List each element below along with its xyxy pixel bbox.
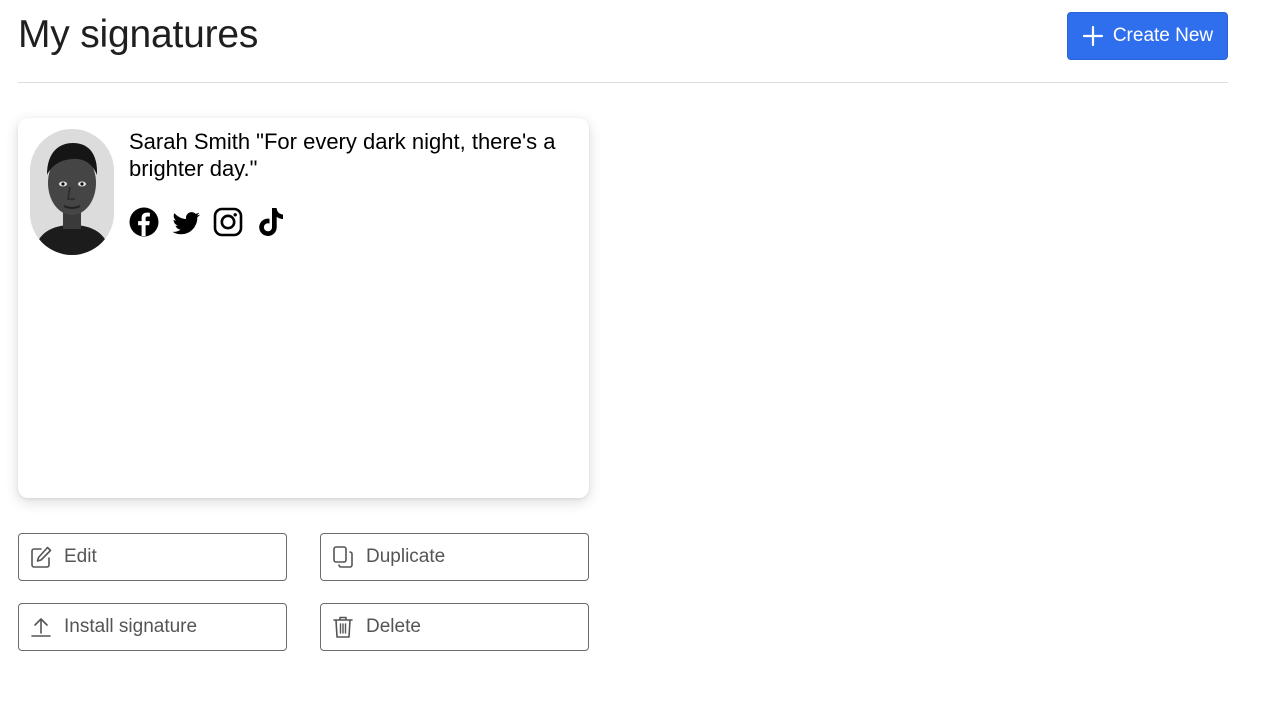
instagram-icon[interactable]	[213, 206, 243, 238]
duplicate-button[interactable]: Duplicate	[320, 533, 589, 581]
create-new-button[interactable]: Create New	[1067, 12, 1228, 60]
edit-button[interactable]: Edit	[18, 533, 287, 581]
install-signature-label: Install signature	[64, 616, 198, 637]
edit-label: Edit	[64, 546, 97, 567]
signature-preview-card[interactable]: Sarah Smith "For every dark night, there…	[18, 118, 589, 498]
tiktok-icon[interactable]	[255, 206, 285, 238]
delete-label: Delete	[366, 616, 421, 637]
edit-icon	[31, 546, 52, 568]
duplicate-icon	[333, 546, 353, 568]
duplicate-label: Duplicate	[366, 546, 446, 567]
plus-icon	[1082, 25, 1103, 47]
create-new-label: Create New	[1112, 25, 1214, 46]
install-signature-button[interactable]: Install signature	[18, 603, 287, 651]
upload-icon	[31, 618, 51, 637]
page-title: My signatures	[18, 13, 259, 56]
facebook-icon[interactable]	[129, 206, 159, 238]
twitter-icon[interactable]	[171, 206, 201, 238]
page-header: My signatures Create New	[18, 0, 1228, 83]
avatar	[30, 129, 114, 255]
trash-icon	[333, 616, 353, 638]
delete-button[interactable]: Delete	[320, 603, 589, 651]
social-links	[129, 206, 285, 238]
signature-text: Sarah Smith "For every dark night, there…	[129, 129, 556, 181]
